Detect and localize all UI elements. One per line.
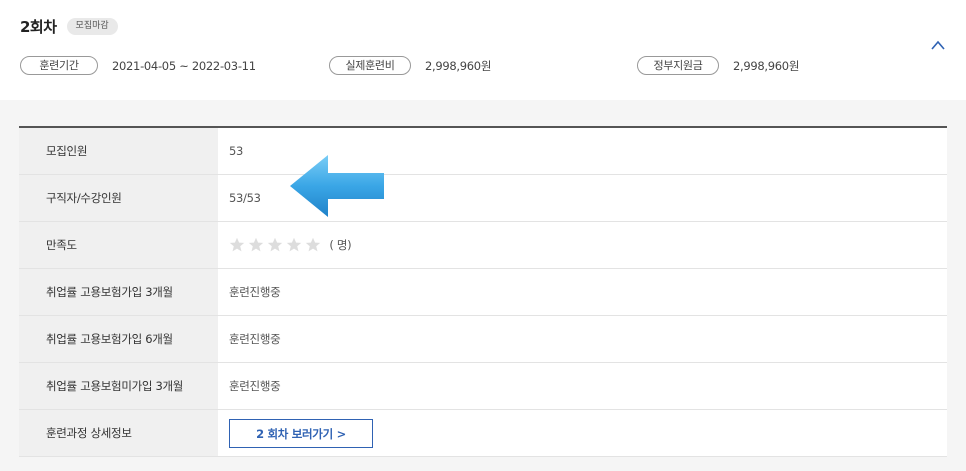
round-title-row: 2회차 모집마감 <box>20 16 118 37</box>
chevron-up-icon[interactable] <box>929 38 947 52</box>
row-value: 훈련진행중 <box>218 268 947 316</box>
table-row: 모집인원 53 <box>19 127 947 175</box>
row-label: 취업률 고용보험미가입 3개월 <box>19 362 218 410</box>
actual-fee-label: 실제훈련비 <box>329 56 411 75</box>
row-value: 훈련진행중 <box>218 315 947 363</box>
row-value: 훈련진행중 <box>218 362 947 410</box>
gov-support-label: 정부지원금 <box>637 56 719 75</box>
actual-fee-info: 실제훈련비 2,998,960원 <box>329 56 491 75</box>
table-row: 취업률 고용보험가입 3개월 훈련진행중 <box>19 268 947 316</box>
gov-support-info: 정부지원금 2,998,960원 <box>637 56 799 75</box>
table-row: 취업률 고용보험가입 6개월 훈련진행중 <box>19 315 947 363</box>
row-label: 모집인원 <box>19 127 218 175</box>
table-row: 만족도 ( 명) <box>19 221 947 269</box>
star-icon <box>286 237 302 252</box>
training-period-value: 2021-04-05 ~ 2022-03-11 <box>112 58 256 73</box>
satisfaction-stars <box>229 237 321 253</box>
detail-table: 모집인원 53 구직자/수강인원 53/53 만족도 ( 명) 취업률 고용보험… <box>19 126 947 457</box>
row-label: 취업률 고용보험가입 3개월 <box>19 268 218 316</box>
row-label: 구직자/수강인원 <box>19 174 218 222</box>
satisfaction-people-count: ( 명) <box>329 238 352 252</box>
row-label: 만족도 <box>19 221 218 269</box>
round-header: 2회차 모집마감 훈련기간 2021-04-05 ~ 2022-03-11 실제… <box>0 0 966 100</box>
table-row: 구직자/수강인원 53/53 <box>19 174 947 222</box>
training-period-info: 훈련기간 2021-04-05 ~ 2022-03-11 <box>20 56 256 75</box>
view-round-button[interactable]: 2 회차 보러가기 > <box>229 418 373 448</box>
table-row: 취업률 고용보험미가입 3개월 훈련진행중 <box>19 362 947 410</box>
row-label: 취업률 고용보험가입 6개월 <box>19 315 218 363</box>
star-icon <box>248 237 264 252</box>
round-title: 2회차 <box>20 18 57 36</box>
satisfaction-value: ( 명) <box>218 221 947 269</box>
status-badge: 모집마감 <box>66 18 118 35</box>
star-icon <box>305 237 321 252</box>
row-value: 2 회차 보러가기 > <box>218 409 947 457</box>
star-icon <box>229 237 245 252</box>
star-icon <box>267 237 283 252</box>
actual-fee-value: 2,998,960원 <box>425 58 492 73</box>
arrow-left-icon <box>290 155 384 217</box>
table-row: 훈련과정 상세정보 2 회차 보러가기 > <box>19 409 947 457</box>
training-period-label: 훈련기간 <box>20 56 98 75</box>
row-label: 훈련과정 상세정보 <box>19 409 218 457</box>
gov-support-value: 2,998,960원 <box>733 58 800 73</box>
